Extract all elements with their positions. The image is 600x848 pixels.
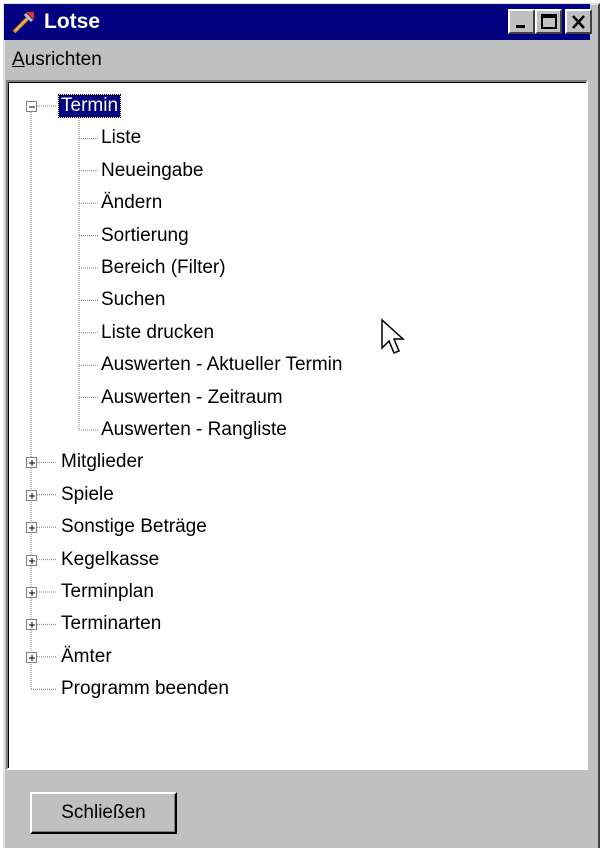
tree-node-collapsed[interactable]: Terminplan	[59, 581, 156, 603]
minimize-button[interactable]	[508, 9, 535, 34]
menu-ausrichten-rest: usrichten	[24, 49, 102, 70]
tree-child-item[interactable]: Suchen	[99, 289, 167, 311]
dialog-footer: Schließen	[0, 770, 597, 848]
mouse-cursor-icon	[381, 318, 405, 354]
menu-ausrichten[interactable]: Ausrichten	[12, 49, 102, 71]
tree-child-item[interactable]: Auswerten - Zeitraum	[99, 387, 285, 409]
menu-ausrichten-mnemonic: A	[12, 49, 25, 70]
tree-child-item[interactable]: Neueingabe	[99, 160, 205, 182]
tools-icon	[12, 12, 34, 34]
maximize-icon	[541, 14, 557, 29]
expand-icon[interactable]	[26, 554, 37, 566]
tree-child-item[interactable]: Ändern	[99, 192, 164, 214]
tree-child-item[interactable]: Sortierung	[99, 225, 191, 247]
expand-icon[interactable]	[26, 489, 37, 501]
menu-bar: Ausrichten	[4, 44, 590, 76]
tree-node-collapsed[interactable]: Mitglieder	[59, 451, 145, 473]
expand-icon[interactable]	[26, 619, 37, 631]
title-bar[interactable]: Lotse	[4, 4, 592, 40]
maximize-button[interactable]	[535, 9, 562, 34]
tree-node-termin[interactable]: Termin	[57, 94, 122, 118]
tree-node-programm-beenden[interactable]: Programm beenden	[59, 678, 231, 700]
tree-child-item[interactable]: Liste	[99, 127, 143, 149]
tree-node-collapsed[interactable]: Kegelkasse	[59, 549, 161, 571]
expand-icon[interactable]	[26, 651, 37, 663]
tree-node-collapsed[interactable]: Sonstige Beträge	[59, 516, 209, 538]
navigation-tree[interactable]: Termin Liste Neueingabe Ändern Sortierung Ber…	[6, 80, 588, 770]
tree-node-collapsed[interactable]: Terminarten	[59, 613, 163, 635]
window-title: Lotse	[44, 10, 101, 33]
tree-child-item[interactable]: Auswerten - Rangliste	[99, 419, 289, 441]
close-button[interactable]	[565, 9, 592, 34]
collapse-icon[interactable]	[26, 101, 37, 112]
tree-node-collapsed[interactable]: Ämter	[59, 646, 114, 668]
expand-icon[interactable]	[26, 587, 37, 598]
expand-icon[interactable]	[26, 457, 37, 469]
tree-frame: Termin Liste Neueingabe Ändern Sortierung Ber…	[8, 82, 586, 768]
minimize-icon	[516, 25, 525, 28]
close-icon	[572, 15, 585, 29]
close-dialog-button[interactable]: Schließen	[30, 792, 177, 834]
tree-child-item[interactable]: Liste drucken	[99, 322, 216, 344]
tree-child-item[interactable]: Bereich (Filter)	[99, 257, 228, 279]
expand-icon[interactable]	[26, 522, 37, 534]
tree-node-collapsed[interactable]: Spiele	[59, 484, 116, 506]
tree-child-item[interactable]: Auswerten - Aktueller Termin	[99, 354, 344, 376]
